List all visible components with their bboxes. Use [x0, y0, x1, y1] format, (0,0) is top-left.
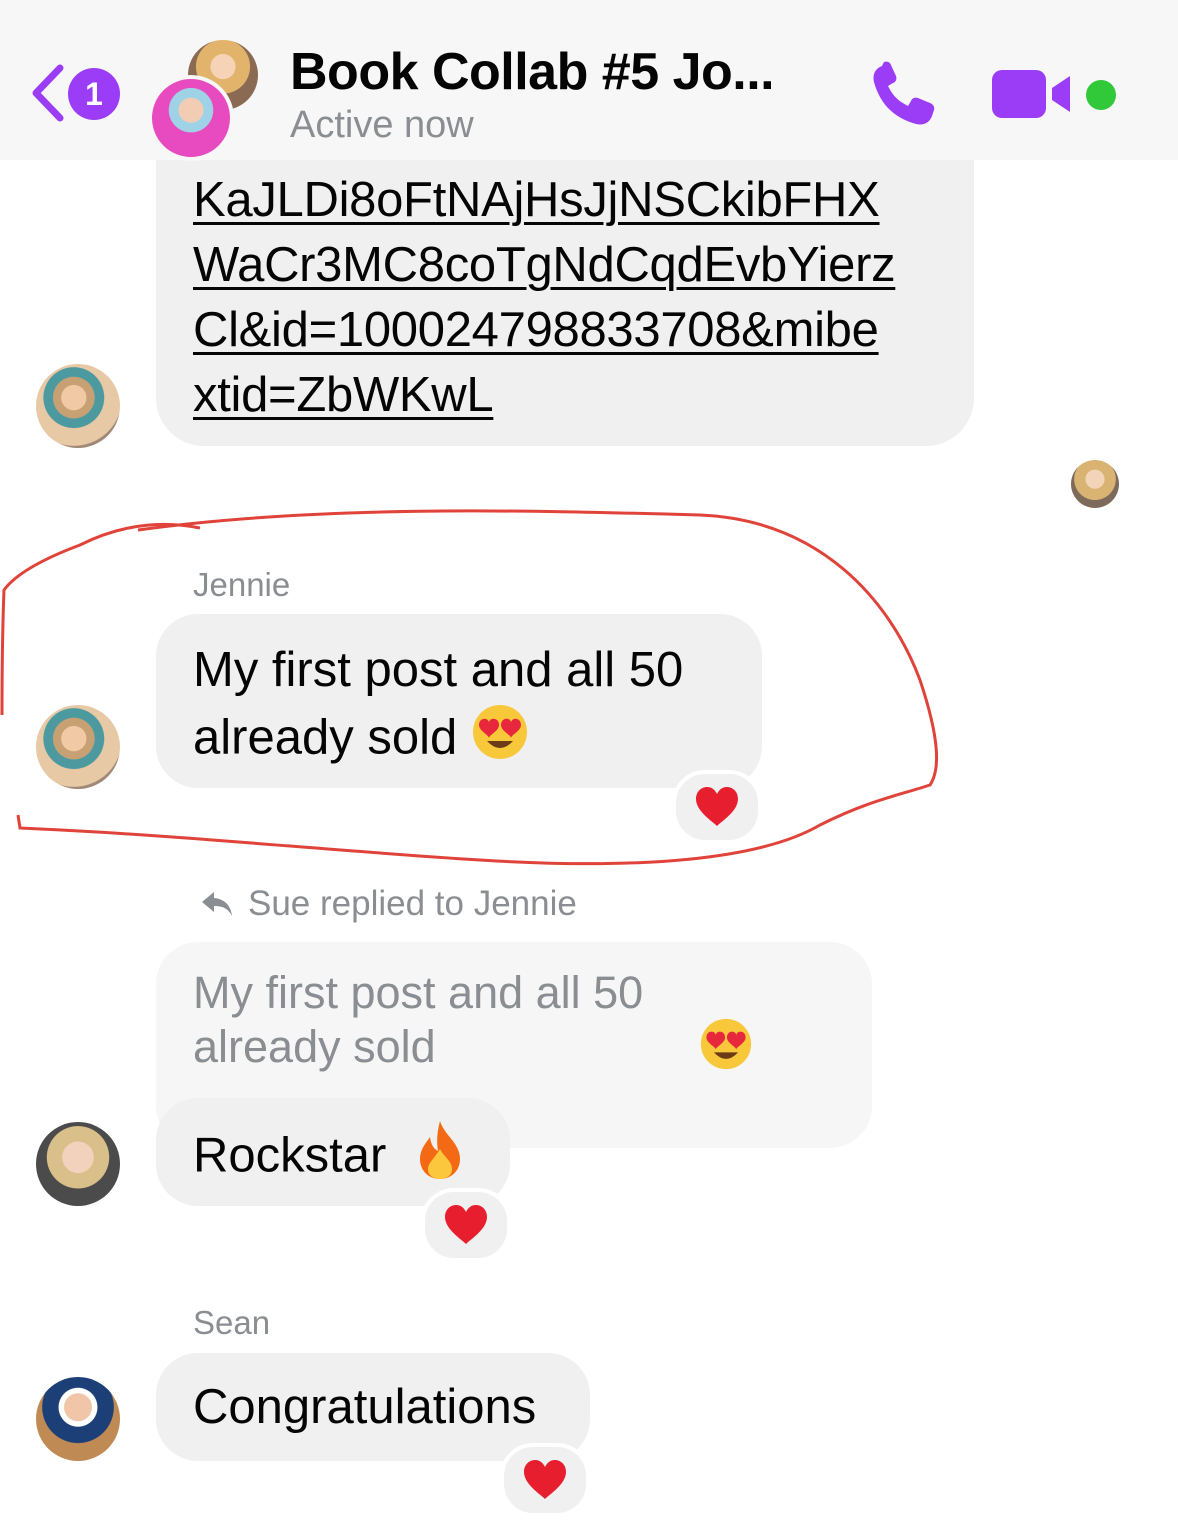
avatar-jennie[interactable] — [36, 705, 120, 789]
message-link[interactable]: KaJLDi8oFtNAjHsJjNSCkibFHX WaCr3MC8coTgN… — [193, 168, 974, 428]
avatar-sean[interactable] — [36, 1377, 120, 1461]
group-avatar-secondary[interactable] — [148, 75, 234, 161]
chat-header: 1 Book Collab #5 Jo... Active now — [0, 0, 1178, 161]
heart-icon — [445, 1205, 487, 1244]
unread-badge[interactable]: 1 — [68, 68, 120, 120]
reply-label-text: Sue replied to Jennie — [248, 884, 577, 923]
avatar-jennie[interactable] — [36, 364, 120, 448]
active-status: Active now — [290, 104, 474, 146]
sender-name: Jennie — [193, 566, 291, 603]
heart-icon — [524, 1460, 566, 1499]
sender-name: Sean — [193, 1304, 271, 1341]
reply-arrow-icon — [202, 892, 232, 916]
message-bubble-jennie[interactable]: My first post and all 50 already sold — [156, 614, 762, 788]
message-text: My first post and all 50 already sold — [193, 643, 684, 765]
heart-eyes-emoji-icon — [699, 1017, 753, 1083]
heart-eyes-emoji-icon — [471, 703, 529, 778]
reaction-heart[interactable] — [672, 770, 762, 844]
reaction-heart[interactable] — [421, 1188, 511, 1262]
video-camera-icon[interactable] — [990, 66, 1076, 122]
avatar-sue[interactable] — [36, 1122, 120, 1206]
reply-indicator: Sue replied to Jennie — [200, 884, 577, 924]
seen-avatar — [1071, 460, 1119, 508]
message-text: Rockstar — [193, 1128, 387, 1183]
quoted-text: My first post and all 50 already sold — [193, 967, 644, 1072]
message-text: Congratulations — [193, 1380, 537, 1434]
phone-icon[interactable] — [868, 60, 938, 130]
heart-icon — [696, 787, 738, 826]
conversation-title[interactable]: Book Collab #5 Jo... — [290, 42, 775, 102]
fire-emoji-icon — [414, 1119, 466, 1198]
online-dot-icon — [1086, 80, 1116, 110]
chevron-left-icon[interactable] — [28, 62, 68, 124]
reaction-heart[interactable] — [500, 1443, 590, 1517]
